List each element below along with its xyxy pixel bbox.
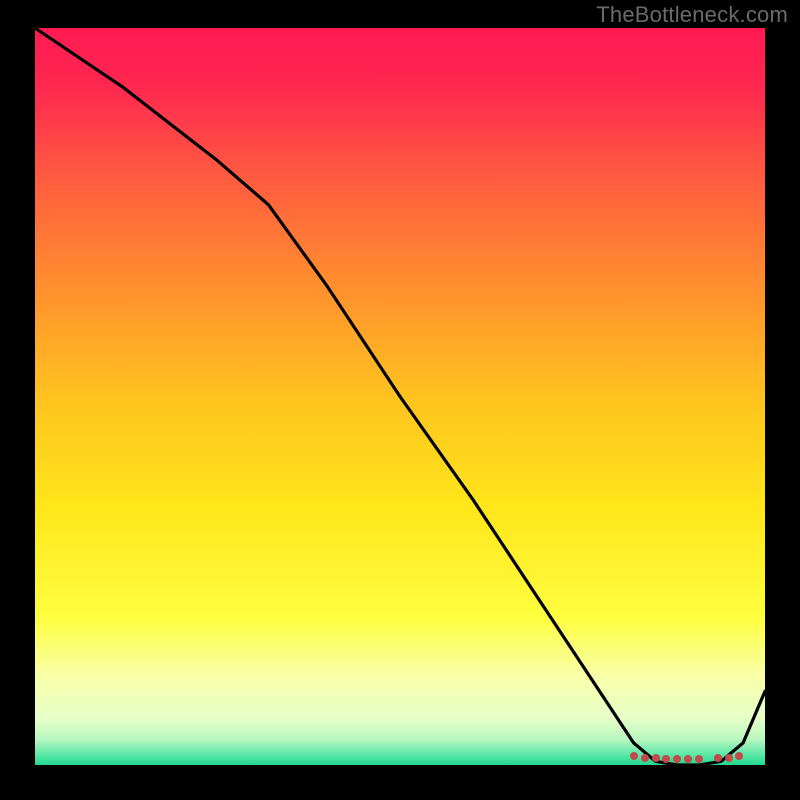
chart-stage: TheBottleneck.com [0,0,800,800]
plot-svg [35,28,765,765]
watermark-text: TheBottleneck.com [596,2,788,28]
plot-area [35,28,765,765]
